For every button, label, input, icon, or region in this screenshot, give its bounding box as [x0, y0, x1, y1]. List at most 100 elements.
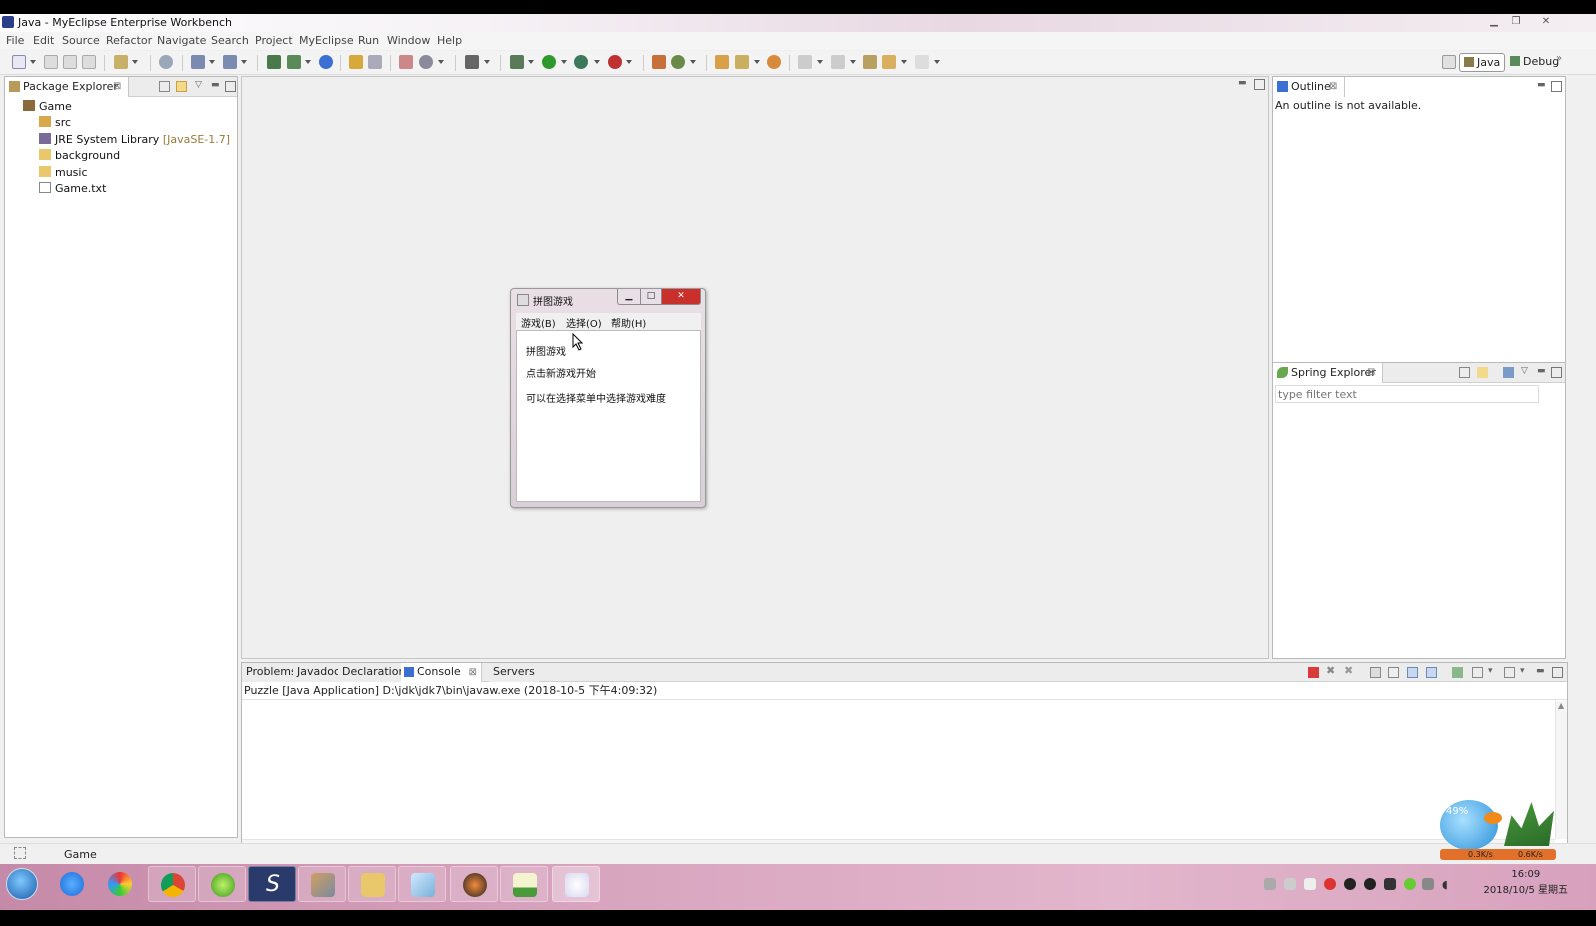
new-package-icon[interactable] — [287, 55, 301, 69]
new-class-icon[interactable] — [671, 55, 685, 69]
app-tray-icon[interactable] — [1384, 878, 1396, 890]
collapse-all-icon[interactable] — [1459, 367, 1470, 378]
maximize-icon[interactable] — [1551, 367, 1562, 378]
menu-file[interactable]: File — [6, 34, 24, 47]
chevron-down-icon[interactable]: ▾ — [1488, 667, 1499, 678]
chevron-down-icon[interactable] — [561, 60, 567, 64]
volume-icon[interactable]: ◖ — [1442, 878, 1454, 891]
taskbar-s-app[interactable]: S — [248, 866, 296, 902]
tree-item-game-project[interactable]: Game — [23, 100, 72, 113]
antivirus-icon[interactable] — [1324, 878, 1336, 890]
minimize-icon[interactable]: ▬ — [1238, 79, 1249, 90]
deploy-icon[interactable] — [191, 55, 205, 69]
chevron-down-icon[interactable] — [241, 60, 247, 64]
show-on-error-icon[interactable] — [1426, 667, 1437, 678]
maximize-icon[interactable] — [225, 81, 236, 92]
close-icon[interactable]: ⊠ — [1329, 77, 1337, 96]
qq-icon[interactable] — [1364, 878, 1376, 890]
keyboard-icon[interactable] — [1264, 878, 1276, 890]
taskbar-tools-app[interactable] — [298, 866, 346, 902]
taskbar-notepad[interactable] — [398, 866, 446, 902]
maximize-icon[interactable] — [1551, 81, 1562, 92]
open-folder-icon[interactable] — [349, 55, 363, 69]
dialog-minimize-button[interactable]: ▁ — [617, 289, 641, 305]
remove-launch-icon[interactable]: ✖ — [1326, 665, 1337, 677]
open-task-icon[interactable] — [767, 55, 781, 69]
open-type-hierarchy-icon[interactable] — [715, 55, 729, 69]
taskbar-folder[interactable] — [348, 866, 396, 902]
new-wizard-icon[interactable] — [114, 55, 128, 69]
link-with-editor-icon[interactable] — [176, 81, 187, 92]
pin-console-icon[interactable] — [1452, 667, 1463, 678]
network-icon[interactable] — [1422, 878, 1434, 890]
dialog-close-button[interactable]: ✕ — [661, 289, 701, 305]
menu-navigate[interactable]: Navigate — [157, 34, 206, 47]
pen-icon[interactable] — [735, 55, 749, 69]
filter-icon[interactable] — [1503, 367, 1514, 378]
open-console-icon[interactable] — [1504, 667, 1515, 678]
chevron-down-icon[interactable] — [594, 60, 600, 64]
chevron-down-icon[interactable] — [817, 60, 823, 64]
menu-refactor[interactable]: Refactor — [106, 34, 152, 47]
menu-game[interactable]: 游戏(B) — [521, 315, 556, 330]
next-annotation-icon[interactable] — [798, 55, 812, 69]
run-last-icon[interactable] — [574, 55, 588, 69]
print-icon[interactable] — [82, 55, 96, 69]
thermometer-icon[interactable] — [1304, 878, 1316, 890]
menu-help[interactable]: Help — [437, 34, 462, 47]
tab-console[interactable]: Console ⊠ — [401, 663, 483, 682]
tab-declaration[interactable]: Declaration — [338, 663, 411, 682]
taskbar-java-app[interactable] — [552, 866, 600, 902]
qq-icon[interactable] — [1344, 878, 1356, 890]
taskbar-chart-app[interactable] — [500, 866, 548, 902]
tree-item-jre-library[interactable]: JRE System Library [JavaSE-1.7] — [39, 133, 230, 146]
tab-servers[interactable]: Servers — [489, 663, 539, 682]
chevron-up-icon[interactable] — [1284, 878, 1296, 890]
taskbar-internet-explorer[interactable] — [48, 866, 96, 902]
close-icon[interactable]: ⊠ — [469, 667, 477, 678]
perspective-debug[interactable]: Debug — [1506, 53, 1563, 72]
minimize-button[interactable]: ▁ — [1484, 15, 1504, 29]
web-browser-icon[interactable] — [399, 55, 413, 69]
taskbar-chrome[interactable] — [148, 866, 196, 902]
shield-icon[interactable] — [1404, 878, 1416, 890]
taskbar-penguin-app[interactable] — [450, 866, 498, 902]
scroll-up-icon[interactable]: ▲ — [1558, 701, 1564, 710]
save-all-icon[interactable] — [63, 55, 77, 69]
collapse-all-icon[interactable] — [159, 81, 170, 92]
remove-all-icon[interactable]: ✖ — [1344, 665, 1355, 677]
maximize-icon[interactable] — [1552, 667, 1563, 678]
tab-outline[interactable]: Outline ⊠ — [1273, 77, 1345, 97]
minimize-icon[interactable]: ▬ — [1537, 81, 1548, 92]
view-menu-icon[interactable]: ▽ — [1521, 367, 1532, 378]
taskbar-green-app[interactable] — [198, 866, 246, 902]
console-output[interactable] — [242, 701, 1555, 839]
chevron-down-icon[interactable] — [484, 60, 490, 64]
close-icon[interactable]: ⊠ — [1367, 363, 1375, 382]
tree-item-music[interactable]: music — [39, 166, 88, 179]
display-console-icon[interactable] — [1472, 667, 1483, 678]
spring-filter-input[interactable] — [1275, 385, 1539, 403]
chevron-down-icon[interactable] — [132, 60, 138, 64]
open-perspective-icon[interactable] — [1442, 55, 1456, 69]
menu-source[interactable]: Source — [62, 34, 100, 47]
run-server-icon[interactable] — [223, 55, 237, 69]
server-icon[interactable] — [159, 55, 173, 69]
minimize-icon[interactable]: ▬ — [1536, 667, 1547, 678]
chevron-down-icon[interactable]: ▾ — [1520, 667, 1531, 678]
menu-edit[interactable]: Edit — [33, 34, 54, 47]
new-icon[interactable] — [12, 55, 26, 69]
run-icon[interactable] — [542, 55, 556, 69]
net-monitor-widget[interactable]: 49% 0.3K/s 0.6K/s — [1432, 794, 1562, 864]
debug-icon[interactable] — [510, 55, 524, 69]
menu-search[interactable]: Search — [211, 34, 249, 47]
chevron-down-icon[interactable] — [305, 60, 311, 64]
terminal-icon[interactable] — [465, 55, 479, 69]
chevron-down-icon[interactable] — [528, 60, 534, 64]
search-files-icon[interactable] — [368, 55, 382, 69]
globe-icon[interactable] — [319, 55, 333, 69]
minimize-icon[interactable]: ▬ — [211, 81, 222, 92]
more-perspectives-icon[interactable]: » — [1556, 53, 1562, 64]
menu-project[interactable]: Project — [255, 34, 293, 47]
new-java-project-icon[interactable] — [652, 55, 666, 69]
